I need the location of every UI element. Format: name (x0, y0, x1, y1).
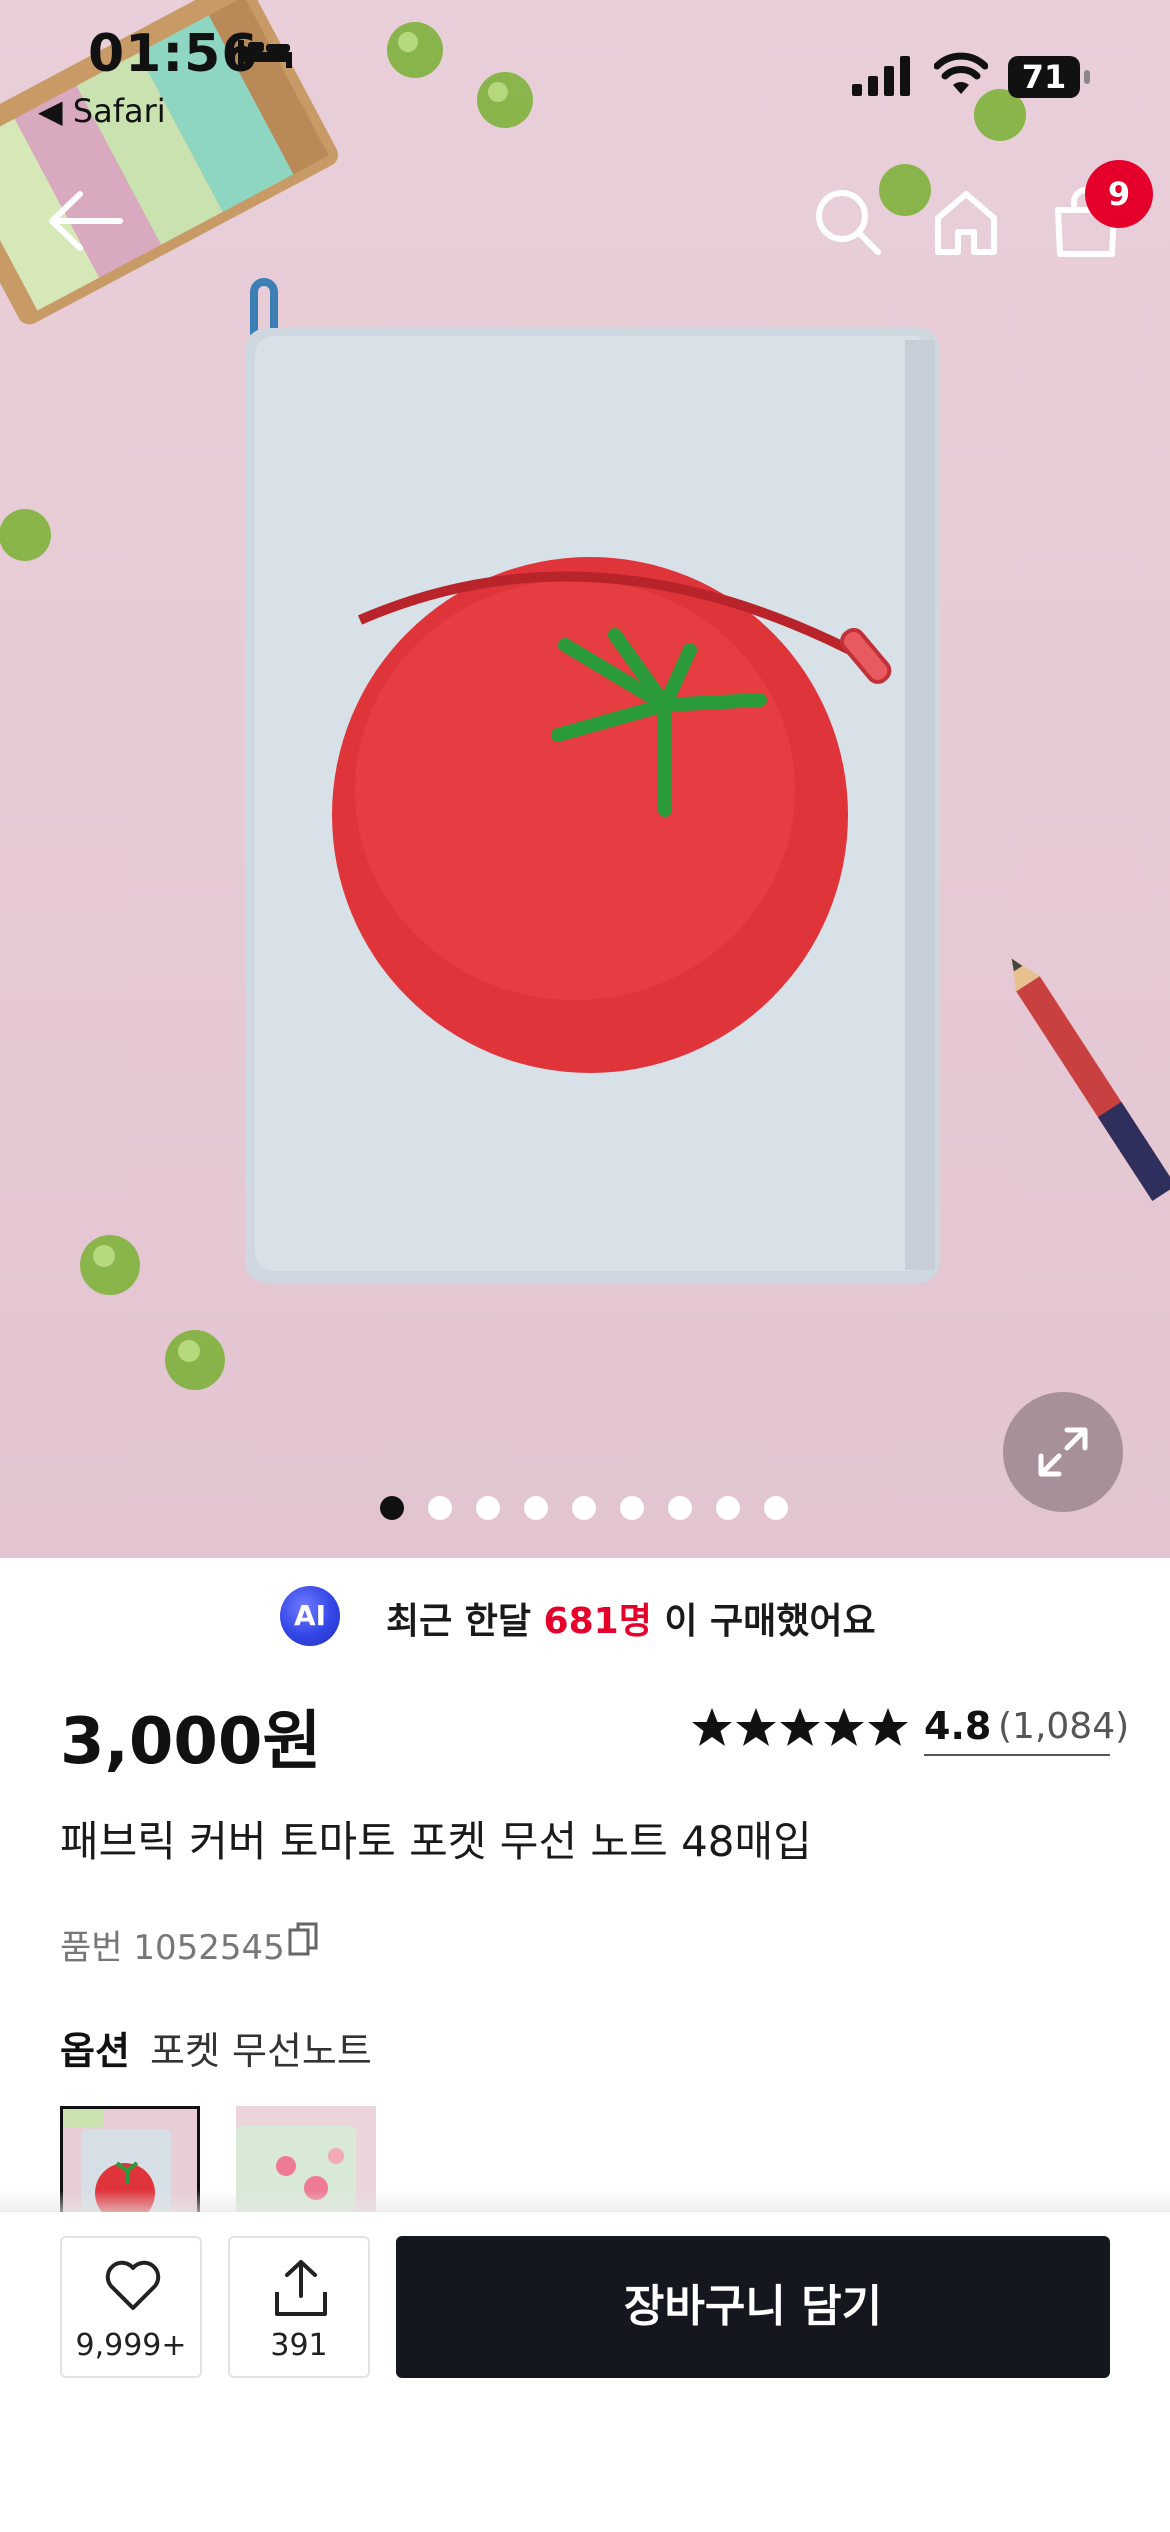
gallery-dot-3[interactable] (476, 1496, 500, 1520)
product-title: 패브릭 커버 토마토 포켓 무선 노트 48매입 (60, 1817, 812, 1866)
review-count[interactable]: (1,084) (998, 1706, 1129, 1747)
star-icon (736, 1708, 776, 1746)
star-icon (868, 1708, 908, 1746)
option-label: 옵션 (60, 2029, 130, 2073)
gallery-dot-5[interactable] (572, 1496, 596, 1520)
expand-icon (1038, 1427, 1088, 1477)
gallery-dot-7[interactable] (668, 1496, 692, 1520)
option-selected-value: 포켓 무선노트 (150, 2029, 372, 2073)
ai-purchase-banner: AI 최근 한달 681명 이 구매했어요 (0, 1584, 1170, 1654)
status-bar: 01:56 ◀ Safari 71 (0, 0, 1170, 140)
product-price: 3,000원 (60, 1705, 322, 1779)
star-icon (692, 1708, 732, 1746)
wifi-icon (934, 52, 988, 94)
ai-text-prefix: 최근 한달 (386, 1601, 544, 1642)
rating-stars[interactable] (690, 1706, 910, 1752)
add-to-cart-button[interactable]: 장바구니 담기 (396, 2236, 1110, 2378)
status-time: 01:56 (88, 24, 259, 84)
like-button[interactable]: 9,999+ (60, 2236, 202, 2378)
search-icon[interactable] (812, 186, 884, 258)
share-icon (275, 2260, 327, 2316)
gallery-dot-6[interactable] (620, 1496, 644, 1520)
ai-purchase-count: 681명 (543, 1601, 652, 1642)
share-button[interactable]: 391 (228, 2236, 370, 2378)
gallery-dot-2[interactable] (428, 1496, 452, 1520)
expand-image-button[interactable] (1003, 1392, 1123, 1512)
home-icon[interactable] (930, 186, 1002, 258)
gallery-dot-8[interactable] (716, 1496, 740, 1520)
product-image-gallery[interactable]: 01:56 ◀ Safari 71 9 (0, 0, 1170, 1558)
back-arrow-icon[interactable] (46, 186, 124, 256)
gallery-dot-4[interactable] (524, 1496, 548, 1520)
gallery-pagination (0, 1496, 1170, 1526)
product-sku: 품번 1052545 (60, 1928, 285, 1968)
battery-level: 71 (1021, 58, 1067, 96)
back-to-safari[interactable]: ◀ Safari (38, 92, 166, 130)
copy-icon[interactable] (286, 1920, 320, 1958)
bed-icon (238, 40, 292, 68)
scroll-fade (0, 2190, 1170, 2214)
star-icon (780, 1708, 820, 1746)
ai-purchase-text: 최근 한달 681명 이 구매했어요 (386, 1592, 876, 1644)
like-count: 9,999+ (75, 2328, 187, 2363)
gallery-dot-1[interactable] (380, 1496, 404, 1520)
share-count: 391 (270, 2328, 328, 2363)
star-icon (824, 1708, 864, 1746)
cart-count-badge: 9 (1085, 160, 1153, 228)
heart-icon (105, 2260, 161, 2310)
ai-badge: AI (280, 1586, 340, 1646)
signal-icon (852, 56, 910, 96)
rating-score[interactable]: 4.8 (924, 1704, 991, 1748)
gallery-dot-9[interactable] (764, 1496, 788, 1520)
ai-text-suffix: 이 구매했어요 (651, 1601, 876, 1642)
bottom-action-bar: 9,999+ 391 장바구니 담기 (0, 2212, 1170, 2532)
rating-link-underline (924, 1754, 1110, 1756)
